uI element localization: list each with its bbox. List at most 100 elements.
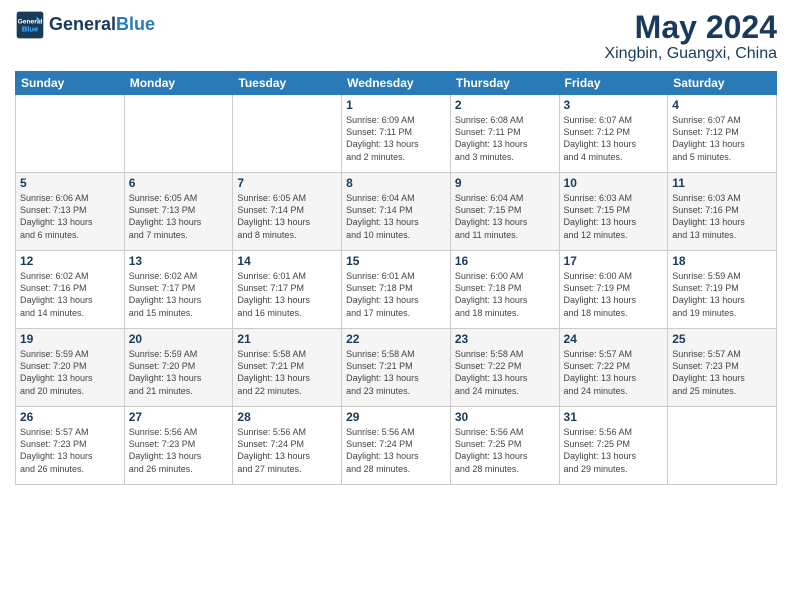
logo: General Blue GeneralBlue [15, 10, 155, 40]
svg-text:Blue: Blue [22, 25, 38, 34]
week-row-5: 26Sunrise: 5:57 AM Sunset: 7:23 PM Dayli… [16, 407, 777, 485]
day-number-10: 10 [564, 176, 664, 190]
day-number-6: 6 [129, 176, 229, 190]
day-number-9: 9 [455, 176, 555, 190]
day-info-31: Sunrise: 5:56 AM Sunset: 7:25 PM Dayligh… [564, 426, 664, 475]
weekday-header-row: Sunday Monday Tuesday Wednesday Thursday… [16, 72, 777, 95]
day-number-28: 28 [237, 410, 337, 424]
day-info-17: Sunrise: 6:00 AM Sunset: 7:19 PM Dayligh… [564, 270, 664, 319]
day-info-15: Sunrise: 6:01 AM Sunset: 7:18 PM Dayligh… [346, 270, 446, 319]
day-number-18: 18 [672, 254, 772, 268]
cell-0-4: 2Sunrise: 6:08 AM Sunset: 7:11 PM Daylig… [450, 95, 559, 173]
day-number-15: 15 [346, 254, 446, 268]
logo-text-block: GeneralBlue [49, 15, 155, 35]
day-number-27: 27 [129, 410, 229, 424]
day-number-24: 24 [564, 332, 664, 346]
day-number-1: 1 [346, 98, 446, 112]
day-info-20: Sunrise: 5:59 AM Sunset: 7:20 PM Dayligh… [129, 348, 229, 397]
header-thursday: Thursday [450, 72, 559, 95]
day-info-28: Sunrise: 5:56 AM Sunset: 7:24 PM Dayligh… [237, 426, 337, 475]
cell-3-4: 23Sunrise: 5:58 AM Sunset: 7:22 PM Dayli… [450, 329, 559, 407]
header-friday: Friday [559, 72, 668, 95]
day-info-1: Sunrise: 6:09 AM Sunset: 7:11 PM Dayligh… [346, 114, 446, 163]
day-info-29: Sunrise: 5:56 AM Sunset: 7:24 PM Dayligh… [346, 426, 446, 475]
day-number-17: 17 [564, 254, 664, 268]
day-number-22: 22 [346, 332, 446, 346]
location-title: Xingbin, Guangxi, China [604, 45, 777, 63]
cell-0-2 [233, 95, 342, 173]
title-block: May 2024 Xingbin, Guangxi, China [604, 10, 777, 63]
day-info-30: Sunrise: 5:56 AM Sunset: 7:25 PM Dayligh… [455, 426, 555, 475]
day-number-5: 5 [20, 176, 120, 190]
day-number-21: 21 [237, 332, 337, 346]
day-info-13: Sunrise: 6:02 AM Sunset: 7:17 PM Dayligh… [129, 270, 229, 319]
day-info-19: Sunrise: 5:59 AM Sunset: 7:20 PM Dayligh… [20, 348, 120, 397]
day-number-30: 30 [455, 410, 555, 424]
cell-3-2: 21Sunrise: 5:58 AM Sunset: 7:21 PM Dayli… [233, 329, 342, 407]
day-info-10: Sunrise: 6:03 AM Sunset: 7:15 PM Dayligh… [564, 192, 664, 241]
day-number-4: 4 [672, 98, 772, 112]
cell-2-6: 18Sunrise: 5:59 AM Sunset: 7:19 PM Dayli… [668, 251, 777, 329]
cell-2-4: 16Sunrise: 6:00 AM Sunset: 7:18 PM Dayli… [450, 251, 559, 329]
day-info-2: Sunrise: 6:08 AM Sunset: 7:11 PM Dayligh… [455, 114, 555, 163]
cell-3-0: 19 Sunrise: 5:59 AM Sunset: 7:20 PM Dayli… [16, 329, 125, 407]
cell-2-3: 15 Sunrise: 6:01 AM Sunset: 7:18 PM Dayli… [342, 251, 451, 329]
day-info-25: Sunrise: 5:57 AM Sunset: 7:23 PM Dayligh… [672, 348, 772, 397]
cell-3-5: 24 Sunrise: 5:57 AM Sunset: 7:22 PM Dayli… [559, 329, 668, 407]
day-info-12: Sunrise: 6:02 AM Sunset: 7:16 PM Dayligh… [20, 270, 120, 319]
day-number-29: 29 [346, 410, 446, 424]
day-info-8: Sunrise: 6:04 AM Sunset: 7:14 PM Dayligh… [346, 192, 446, 241]
header-saturday: Saturday [668, 72, 777, 95]
logo-icon: General Blue [15, 10, 45, 40]
cell-1-3: 8 Sunrise: 6:04 AM Sunset: 7:14 PM Daylig… [342, 173, 451, 251]
cell-1-4: 9Sunrise: 6:04 AM Sunset: 7:15 PM Daylig… [450, 173, 559, 251]
header-wednesday: Wednesday [342, 72, 451, 95]
cell-0-0 [16, 95, 125, 173]
day-number-14: 14 [237, 254, 337, 268]
week-row-1: 1 Sunrise: 6:09 AM Sunset: 7:11 PM Daylig… [16, 95, 777, 173]
day-number-11: 11 [672, 176, 772, 190]
day-number-8: 8 [346, 176, 446, 190]
day-info-22: Sunrise: 5:58 AM Sunset: 7:21 PM Dayligh… [346, 348, 446, 397]
day-info-23: Sunrise: 5:58 AM Sunset: 7:22 PM Dayligh… [455, 348, 555, 397]
cell-2-5: 17 Sunrise: 6:00 AM Sunset: 7:19 PM Dayli… [559, 251, 668, 329]
week-row-2: 5Sunrise: 6:06 AM Sunset: 7:13 PM Daylig… [16, 173, 777, 251]
header: General Blue GeneralBlue May 2024 Xingbi… [15, 10, 777, 63]
day-info-11: Sunrise: 6:03 AM Sunset: 7:16 PM Dayligh… [672, 192, 772, 241]
day-number-19: 19 [20, 332, 120, 346]
cell-1-1: 6 Sunrise: 6:05 AM Sunset: 7:13 PM Daylig… [124, 173, 233, 251]
cell-3-6: 25 Sunrise: 5:57 AM Sunset: 7:23 PM Dayli… [668, 329, 777, 407]
day-number-25: 25 [672, 332, 772, 346]
calendar-body: 1 Sunrise: 6:09 AM Sunset: 7:11 PM Daylig… [16, 95, 777, 485]
cell-4-6 [668, 407, 777, 485]
cell-0-3: 1 Sunrise: 6:09 AM Sunset: 7:11 PM Daylig… [342, 95, 451, 173]
cell-4-1: 27Sunrise: 5:56 AM Sunset: 7:23 PM Dayli… [124, 407, 233, 485]
day-number-16: 16 [455, 254, 555, 268]
day-info-14: Sunrise: 6:01 AM Sunset: 7:17 PM Dayligh… [237, 270, 337, 319]
month-title: May 2024 [604, 10, 777, 45]
day-info-24: Sunrise: 5:57 AM Sunset: 7:22 PM Dayligh… [564, 348, 664, 397]
header-tuesday: Tuesday [233, 72, 342, 95]
calendar-table: Sunday Monday Tuesday Wednesday Thursday… [15, 71, 777, 485]
day-info-6: Sunrise: 6:05 AM Sunset: 7:13 PM Dayligh… [129, 192, 229, 241]
day-number-7: 7 [237, 176, 337, 190]
cell-4-0: 26Sunrise: 5:57 AM Sunset: 7:23 PM Dayli… [16, 407, 125, 485]
day-number-31: 31 [564, 410, 664, 424]
cell-1-5: 10 Sunrise: 6:03 AM Sunset: 7:15 PM Dayli… [559, 173, 668, 251]
header-sunday: Sunday [16, 72, 125, 95]
day-number-3: 3 [564, 98, 664, 112]
cell-4-3: 29 Sunrise: 5:56 AM Sunset: 7:24 PM Dayli… [342, 407, 451, 485]
cell-1-2: 7Sunrise: 6:05 AM Sunset: 7:14 PM Daylig… [233, 173, 342, 251]
cell-2-2: 14 Sunrise: 6:01 AM Sunset: 7:17 PM Dayli… [233, 251, 342, 329]
day-number-13: 13 [129, 254, 229, 268]
cell-4-5: 31 Sunrise: 5:56 AM Sunset: 7:25 PM Dayli… [559, 407, 668, 485]
cell-0-5: 3Sunrise: 6:07 AM Sunset: 7:12 PM Daylig… [559, 95, 668, 173]
cell-4-4: 30 Sunrise: 5:56 AM Sunset: 7:25 PM Dayli… [450, 407, 559, 485]
cell-4-2: 28 Sunrise: 5:56 AM Sunset: 7:24 PM Dayli… [233, 407, 342, 485]
page-container: General Blue GeneralBlue May 2024 Xingbi… [0, 0, 792, 612]
cell-0-6: 4Sunrise: 6:07 AM Sunset: 7:12 PM Daylig… [668, 95, 777, 173]
cell-1-6: 11 Sunrise: 6:03 AM Sunset: 7:16 PM Dayli… [668, 173, 777, 251]
week-row-3: 12 Sunrise: 6:02 AM Sunset: 7:16 PM Dayli… [16, 251, 777, 329]
logo-name: GeneralBlue [49, 15, 155, 35]
day-number-12: 12 [20, 254, 120, 268]
